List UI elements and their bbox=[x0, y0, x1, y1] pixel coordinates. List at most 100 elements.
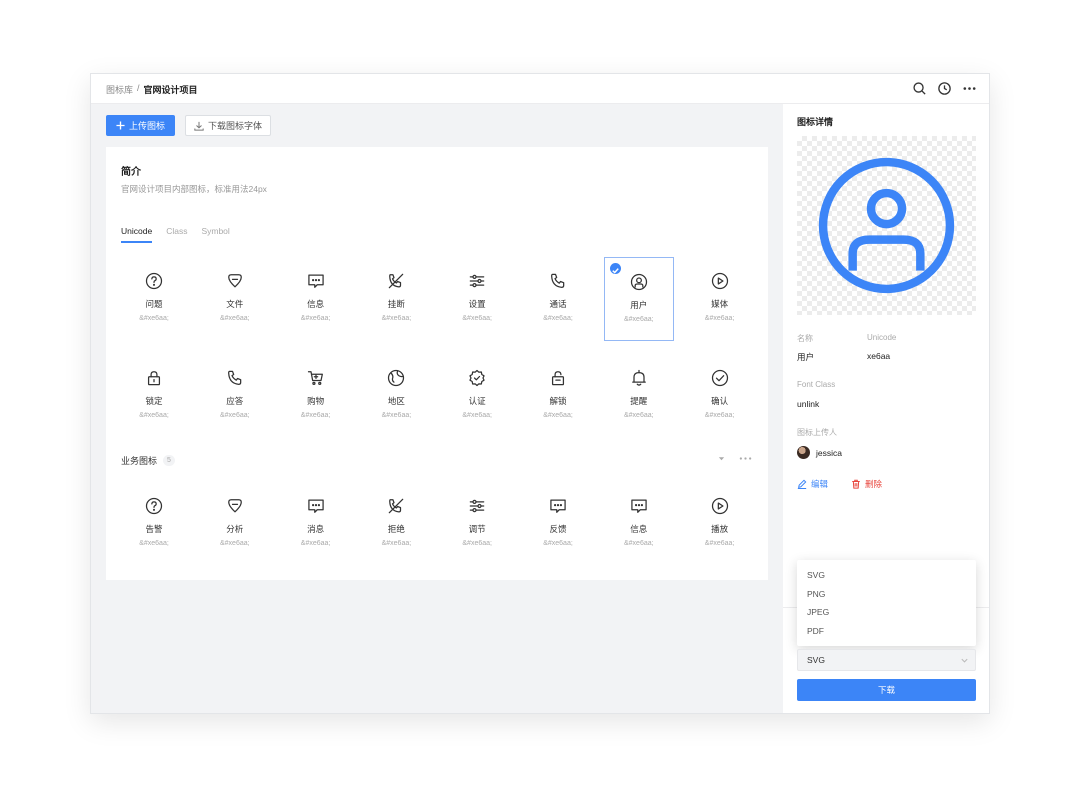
icon-code: &#xe6aa; bbox=[220, 540, 250, 547]
history-icon[interactable] bbox=[937, 81, 952, 96]
user-circle-icon bbox=[630, 273, 647, 291]
delete-button[interactable]: 删除 bbox=[851, 478, 882, 490]
icon-code: &#xe6aa; bbox=[543, 540, 573, 547]
intro-description: 官网设计项目内部图标，标准用法24px bbox=[121, 184, 267, 194]
detail-uploader-label: 图标上传人 bbox=[797, 428, 837, 437]
user-circle-icon bbox=[818, 157, 955, 294]
icon-tile[interactable]: 通话 &#xe6aa; bbox=[523, 257, 593, 341]
icon-tile[interactable]: 挂断 &#xe6aa; bbox=[361, 257, 431, 341]
more-icon[interactable] bbox=[739, 456, 752, 461]
icon-tile[interactable]: 设置 &#xe6aa; bbox=[442, 257, 512, 341]
edit-button[interactable]: 编辑 bbox=[797, 478, 828, 490]
icon-tile[interactable]: 调节 &#xe6aa; bbox=[442, 482, 512, 566]
top-bar: 图标库 / 官网设计项目 bbox=[91, 74, 989, 104]
play-circle-icon bbox=[711, 497, 728, 515]
icon-name: 反馈 bbox=[549, 524, 567, 534]
icon-tile[interactable]: 文件 &#xe6aa; bbox=[200, 257, 270, 341]
icon-code: &#xe6aa; bbox=[624, 316, 654, 323]
icon-tile[interactable]: 信息 &#xe6aa; bbox=[281, 257, 351, 341]
caret-down-icon[interactable] bbox=[718, 455, 725, 462]
icon-tile[interactable]: 消息 &#xe6aa; bbox=[281, 482, 351, 566]
icon-tile[interactable]: 解锁 &#xe6aa; bbox=[523, 354, 593, 438]
icon-tile[interactable]: 问题 &#xe6aa; bbox=[119, 257, 189, 341]
icon-code: &#xe6aa; bbox=[139, 412, 169, 419]
icon-code: &#xe6aa; bbox=[462, 540, 492, 547]
download-font-button[interactable]: 下载图标字体 bbox=[185, 115, 271, 136]
top-actions bbox=[912, 81, 977, 96]
icon-name: 购物 bbox=[307, 396, 325, 406]
format-option-png[interactable]: PNG bbox=[797, 585, 976, 604]
icon-tile[interactable]: 提醒 &#xe6aa; bbox=[604, 354, 674, 438]
icon-code: &#xe6aa; bbox=[704, 540, 735, 547]
tab-symbol[interactable]: Symbol bbox=[201, 226, 229, 243]
lock-icon bbox=[147, 371, 161, 386]
upload-icon-button[interactable]: 上传图标 bbox=[106, 115, 175, 136]
icon-code: &#xe6aa; bbox=[139, 315, 169, 322]
icon-tile[interactable]: 锁定 &#xe6aa; bbox=[119, 354, 189, 438]
icon-detail-panel: 图标详情 名称 Unicode 用户 xe6aa Font Class unli… bbox=[783, 104, 989, 713]
message-icon bbox=[631, 499, 647, 513]
icon-tile[interactable]: 购物 &#xe6aa; bbox=[281, 354, 351, 438]
icon-code: &#xe6aa; bbox=[381, 315, 412, 322]
icon-tile[interactable]: 反馈 &#xe6aa; bbox=[523, 482, 593, 566]
sliders-icon bbox=[469, 499, 485, 513]
detail-font-class-label: Font Class bbox=[797, 380, 836, 389]
phone-off-icon bbox=[389, 273, 404, 289]
icon-tile[interactable]: 地区 &#xe6aa; bbox=[361, 354, 431, 438]
icon-code: &#xe6aa; bbox=[139, 540, 169, 547]
breadcrumb-root[interactable]: 图标库 bbox=[106, 83, 133, 96]
breadcrumb: 图标库 / 官网设计项目 bbox=[106, 83, 198, 96]
question-icon bbox=[145, 497, 163, 515]
message-icon bbox=[307, 274, 324, 288]
detail-name-label: 名称 bbox=[797, 334, 813, 343]
icon-name: 通话 bbox=[549, 299, 567, 309]
plus-icon bbox=[116, 121, 125, 130]
delete-button-label: 删除 bbox=[865, 479, 883, 489]
icon-tile[interactable]: 认证 &#xe6aa; bbox=[442, 354, 512, 438]
icon-code: &#xe6aa; bbox=[462, 315, 492, 322]
message-icon bbox=[307, 499, 324, 513]
business-group-actions bbox=[718, 455, 752, 462]
icon-name: 信息 bbox=[307, 299, 325, 309]
format-option-jpeg[interactable]: JPEG bbox=[797, 603, 976, 622]
question-icon bbox=[145, 272, 163, 290]
icon-code: &#xe6aa; bbox=[300, 412, 331, 419]
format-option-pdf[interactable]: PDF bbox=[797, 622, 976, 641]
download-font-button-label: 下载图标字体 bbox=[207, 121, 262, 131]
more-icon[interactable] bbox=[962, 81, 977, 96]
format-dropdown-menu: SVG PNG JPEG PDF bbox=[797, 560, 976, 646]
icon-name: 拒绝 bbox=[387, 524, 405, 534]
download-button[interactable]: 下载 bbox=[797, 679, 976, 701]
icon-tile[interactable]: 分析 &#xe6aa; bbox=[200, 482, 270, 566]
icon-tile[interactable]: 信息 &#xe6aa; bbox=[604, 482, 674, 566]
icon-name: 解锁 bbox=[549, 396, 567, 406]
icon-tile[interactable]: 确认 &#xe6aa; bbox=[685, 354, 755, 438]
icon-name: 播放 bbox=[711, 524, 729, 534]
tab-unicode[interactable]: Unicode bbox=[121, 226, 153, 243]
business-group-header: 业务图标 5 bbox=[121, 454, 175, 467]
icon-preview bbox=[797, 136, 976, 315]
phone-off-icon bbox=[389, 498, 404, 514]
icon-tile[interactable]: 播放 &#xe6aa; bbox=[685, 482, 755, 566]
format-option-svg[interactable]: SVG bbox=[797, 566, 976, 585]
trash-icon bbox=[852, 479, 860, 489]
icon-code: &#xe6aa; bbox=[543, 412, 573, 419]
icon-tile[interactable]: 拒绝 &#xe6aa; bbox=[361, 482, 431, 566]
edit-button-label: 编辑 bbox=[811, 479, 829, 489]
breadcrumb-current: 官网设计项目 bbox=[143, 85, 198, 95]
format-select[interactable]: SVG bbox=[797, 649, 976, 671]
icon-name: 地区 bbox=[387, 396, 405, 406]
icon-name: 挂断 bbox=[387, 299, 405, 309]
tab-class[interactable]: Class bbox=[166, 226, 187, 243]
icon-name: 文件 bbox=[226, 299, 244, 309]
icon-name: 提醒 bbox=[630, 396, 648, 406]
cart-icon bbox=[307, 371, 323, 386]
icon-tile[interactable]: 媒体 &#xe6aa; bbox=[685, 257, 755, 341]
search-icon[interactable] bbox=[912, 81, 927, 96]
icon-tile[interactable]: 应答 &#xe6aa; bbox=[200, 354, 270, 438]
detail-unicode-label: Unicode bbox=[867, 333, 897, 342]
icon-code: &#xe6aa; bbox=[543, 315, 573, 322]
icon-tile[interactable]: 告警 &#xe6aa; bbox=[119, 482, 189, 566]
icon-tile[interactable]: 用户 &#xe6aa; bbox=[603, 257, 674, 341]
chevron-down-icon bbox=[961, 658, 968, 663]
